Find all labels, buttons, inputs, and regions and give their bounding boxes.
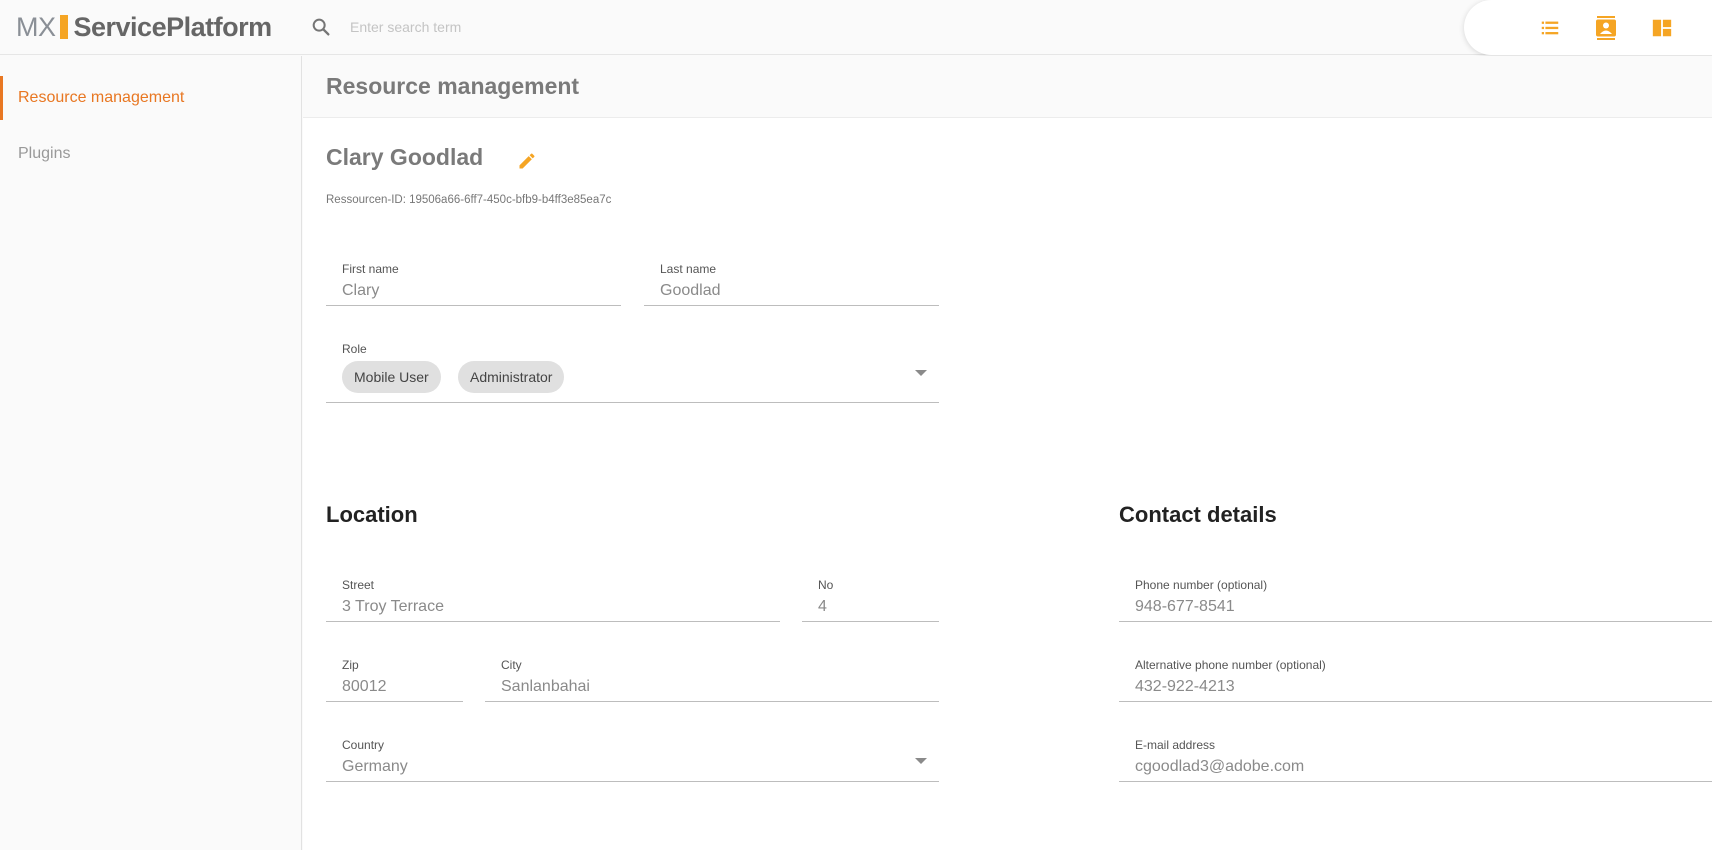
edit-icon[interactable] bbox=[514, 148, 540, 174]
phone-label: Phone number (optional) bbox=[1135, 578, 1268, 592]
logo-mx-text: MX bbox=[16, 11, 56, 42]
page-header: Resource management bbox=[303, 56, 1712, 118]
city-field[interactable]: City bbox=[485, 658, 939, 702]
house-number-field[interactable]: No bbox=[802, 578, 939, 622]
country-input[interactable] bbox=[342, 756, 905, 778]
last-name-input[interactable] bbox=[660, 280, 935, 302]
role-chip-administrator[interactable]: Administrator bbox=[458, 361, 565, 393]
chevron-down-icon[interactable] bbox=[915, 758, 927, 764]
chip-label: Administrator bbox=[470, 369, 553, 385]
email-input[interactable] bbox=[1135, 756, 1708, 778]
main-content: Resource management Clary Goodlad Ressou… bbox=[303, 56, 1712, 850]
role-label: Role bbox=[342, 342, 367, 356]
location-title: Location bbox=[326, 502, 418, 527]
page-title: Resource management bbox=[326, 73, 580, 99]
first-name-input[interactable] bbox=[342, 280, 617, 302]
alt-phone-input[interactable] bbox=[1135, 676, 1708, 698]
logo-accent-bar bbox=[59, 15, 68, 39]
top-bar: MX ServicePlatform bbox=[0, 0, 1712, 55]
phone-input[interactable] bbox=[1135, 596, 1708, 618]
zip-input[interactable] bbox=[342, 676, 459, 698]
list-icon[interactable] bbox=[1536, 14, 1564, 42]
street-field[interactable]: Street bbox=[326, 578, 780, 622]
sidebar: Resource management Plugins bbox=[0, 56, 302, 850]
alt-phone-field[interactable]: Alternative phone number (optional) bbox=[1119, 658, 1712, 702]
header-actions bbox=[1464, 0, 1712, 55]
zip-field[interactable]: Zip bbox=[326, 658, 463, 702]
email-label: E-mail address bbox=[1135, 738, 1216, 752]
first-name-field[interactable]: First name bbox=[326, 262, 621, 306]
search-input[interactable] bbox=[350, 14, 850, 40]
sidebar-item-plugins[interactable]: Plugins bbox=[0, 132, 302, 176]
search-icon[interactable] bbox=[310, 16, 332, 38]
zip-label: Zip bbox=[342, 658, 359, 672]
house-number-label: No bbox=[818, 578, 834, 592]
contact-details-title: Contact details bbox=[1119, 502, 1277, 527]
last-name-label: Last name bbox=[660, 262, 717, 276]
resource-id: Ressourcen-ID: 19506a66-6ff7-450c-bfb9-b… bbox=[326, 194, 612, 206]
city-label: City bbox=[501, 658, 522, 672]
logo-name-text: ServicePlatform bbox=[73, 11, 273, 42]
chip-label: Mobile User bbox=[354, 369, 429, 385]
phone-field[interactable]: Phone number (optional) bbox=[1119, 578, 1712, 622]
resource-name: Clary Goodlad bbox=[326, 144, 484, 170]
sidebar-item-label: Resource management bbox=[18, 89, 185, 106]
chevron-down-icon[interactable] bbox=[915, 370, 927, 376]
street-input[interactable] bbox=[342, 596, 776, 618]
city-input[interactable] bbox=[501, 676, 935, 698]
country-select[interactable]: Country bbox=[326, 738, 939, 782]
contact-card-icon[interactable] bbox=[1592, 14, 1620, 42]
email-field[interactable]: E-mail address bbox=[1119, 738, 1712, 782]
sidebar-item-resource-management[interactable]: Resource management bbox=[0, 76, 302, 120]
country-label: Country bbox=[342, 738, 385, 752]
first-name-label: First name bbox=[342, 262, 399, 276]
last-name-field[interactable]: Last name bbox=[644, 262, 939, 306]
street-label: Street bbox=[342, 578, 375, 592]
dashboard-icon[interactable] bbox=[1648, 14, 1676, 42]
alt-phone-label: Alternative phone number (optional) bbox=[1135, 658, 1326, 672]
house-number-input[interactable] bbox=[818, 596, 935, 618]
role-chip-mobile-user[interactable]: Mobile User bbox=[342, 361, 441, 393]
role-select[interactable]: Role Mobile User Administrator bbox=[326, 342, 939, 403]
sidebar-item-label: Plugins bbox=[18, 145, 71, 162]
app-logo[interactable]: MX ServicePlatform bbox=[16, 12, 272, 42]
